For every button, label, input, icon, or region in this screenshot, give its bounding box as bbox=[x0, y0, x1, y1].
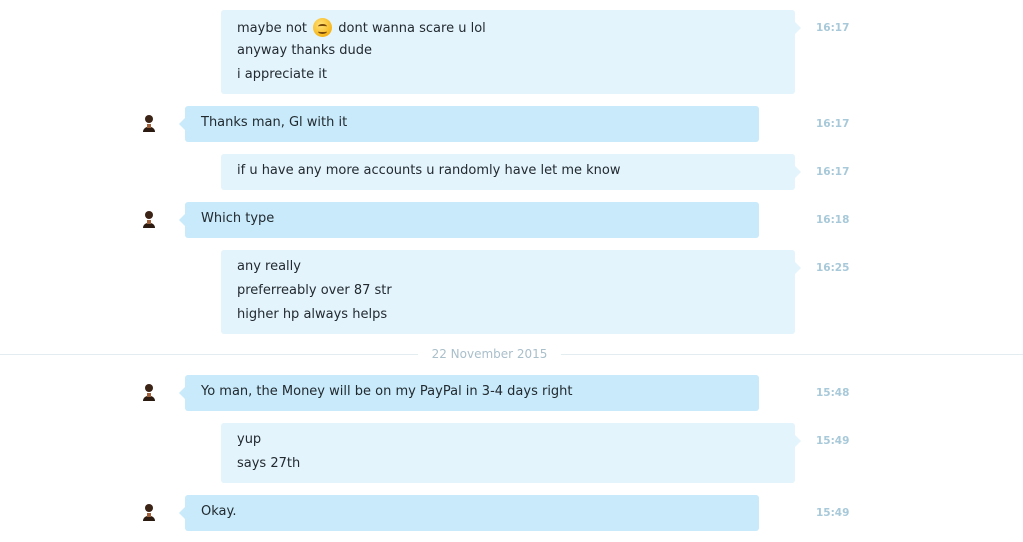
message-bubble-outgoing[interactable]: if u have any more accounts u randomly h… bbox=[221, 154, 801, 190]
message-timestamp: 16:25 bbox=[816, 262, 850, 274]
user-avatar-icon[interactable] bbox=[141, 383, 157, 401]
message-text: Which type bbox=[201, 211, 275, 226]
message-text: preferreably over 87 str bbox=[237, 283, 392, 298]
message-text: maybe not bbox=[237, 21, 307, 36]
user-avatar-icon[interactable] bbox=[141, 503, 157, 521]
message-text: says 27th bbox=[237, 456, 301, 471]
message-bubble-incoming[interactable]: Okay. bbox=[179, 495, 759, 531]
message-bubble-outgoing[interactable]: yup says 27th bbox=[221, 423, 801, 483]
message-timestamp: 15:49 bbox=[816, 507, 850, 519]
user-avatar-icon[interactable] bbox=[141, 114, 157, 132]
message-text: i appreciate it bbox=[237, 67, 327, 82]
message-text: yup bbox=[237, 432, 262, 447]
message-bubble-incoming[interactable]: Which type bbox=[179, 202, 759, 238]
message-bubble-incoming[interactable]: Yo man, the Money will be on my PayPal i… bbox=[179, 375, 759, 411]
message-text: Yo man, the Money will be on my PayPal i… bbox=[201, 384, 573, 399]
message-bubble-outgoing[interactable]: any really preferreably over 87 str high… bbox=[221, 250, 801, 334]
message-timestamp: 16:18 bbox=[816, 214, 850, 226]
message-timestamp: 16:17 bbox=[816, 166, 850, 178]
user-avatar-icon[interactable] bbox=[141, 210, 157, 228]
message-text: anyway thanks dude bbox=[237, 43, 373, 58]
date-divider-label: 22 November 2015 bbox=[418, 346, 561, 363]
message-text: any really bbox=[237, 259, 301, 274]
message-text: dont wanna scare u lol bbox=[338, 21, 486, 36]
message-bubble-outgoing[interactable]: maybe not dont wanna scare u lol anyway … bbox=[221, 10, 801, 94]
message-bubble-incoming[interactable]: Thanks man, Gl with it bbox=[179, 106, 759, 142]
message-text: higher hp always helps bbox=[237, 307, 388, 322]
message-text: Okay. bbox=[201, 504, 237, 519]
message-text: Thanks man, Gl with it bbox=[201, 115, 348, 130]
smiling-face-icon bbox=[313, 18, 333, 37]
message-text: if u have any more accounts u randomly h… bbox=[237, 163, 621, 178]
message-timestamp: 16:17 bbox=[816, 118, 850, 130]
message-timestamp: 16:17 bbox=[816, 22, 850, 34]
message-timestamp: 15:49 bbox=[816, 435, 850, 447]
message-timestamp: 15:48 bbox=[816, 387, 850, 399]
